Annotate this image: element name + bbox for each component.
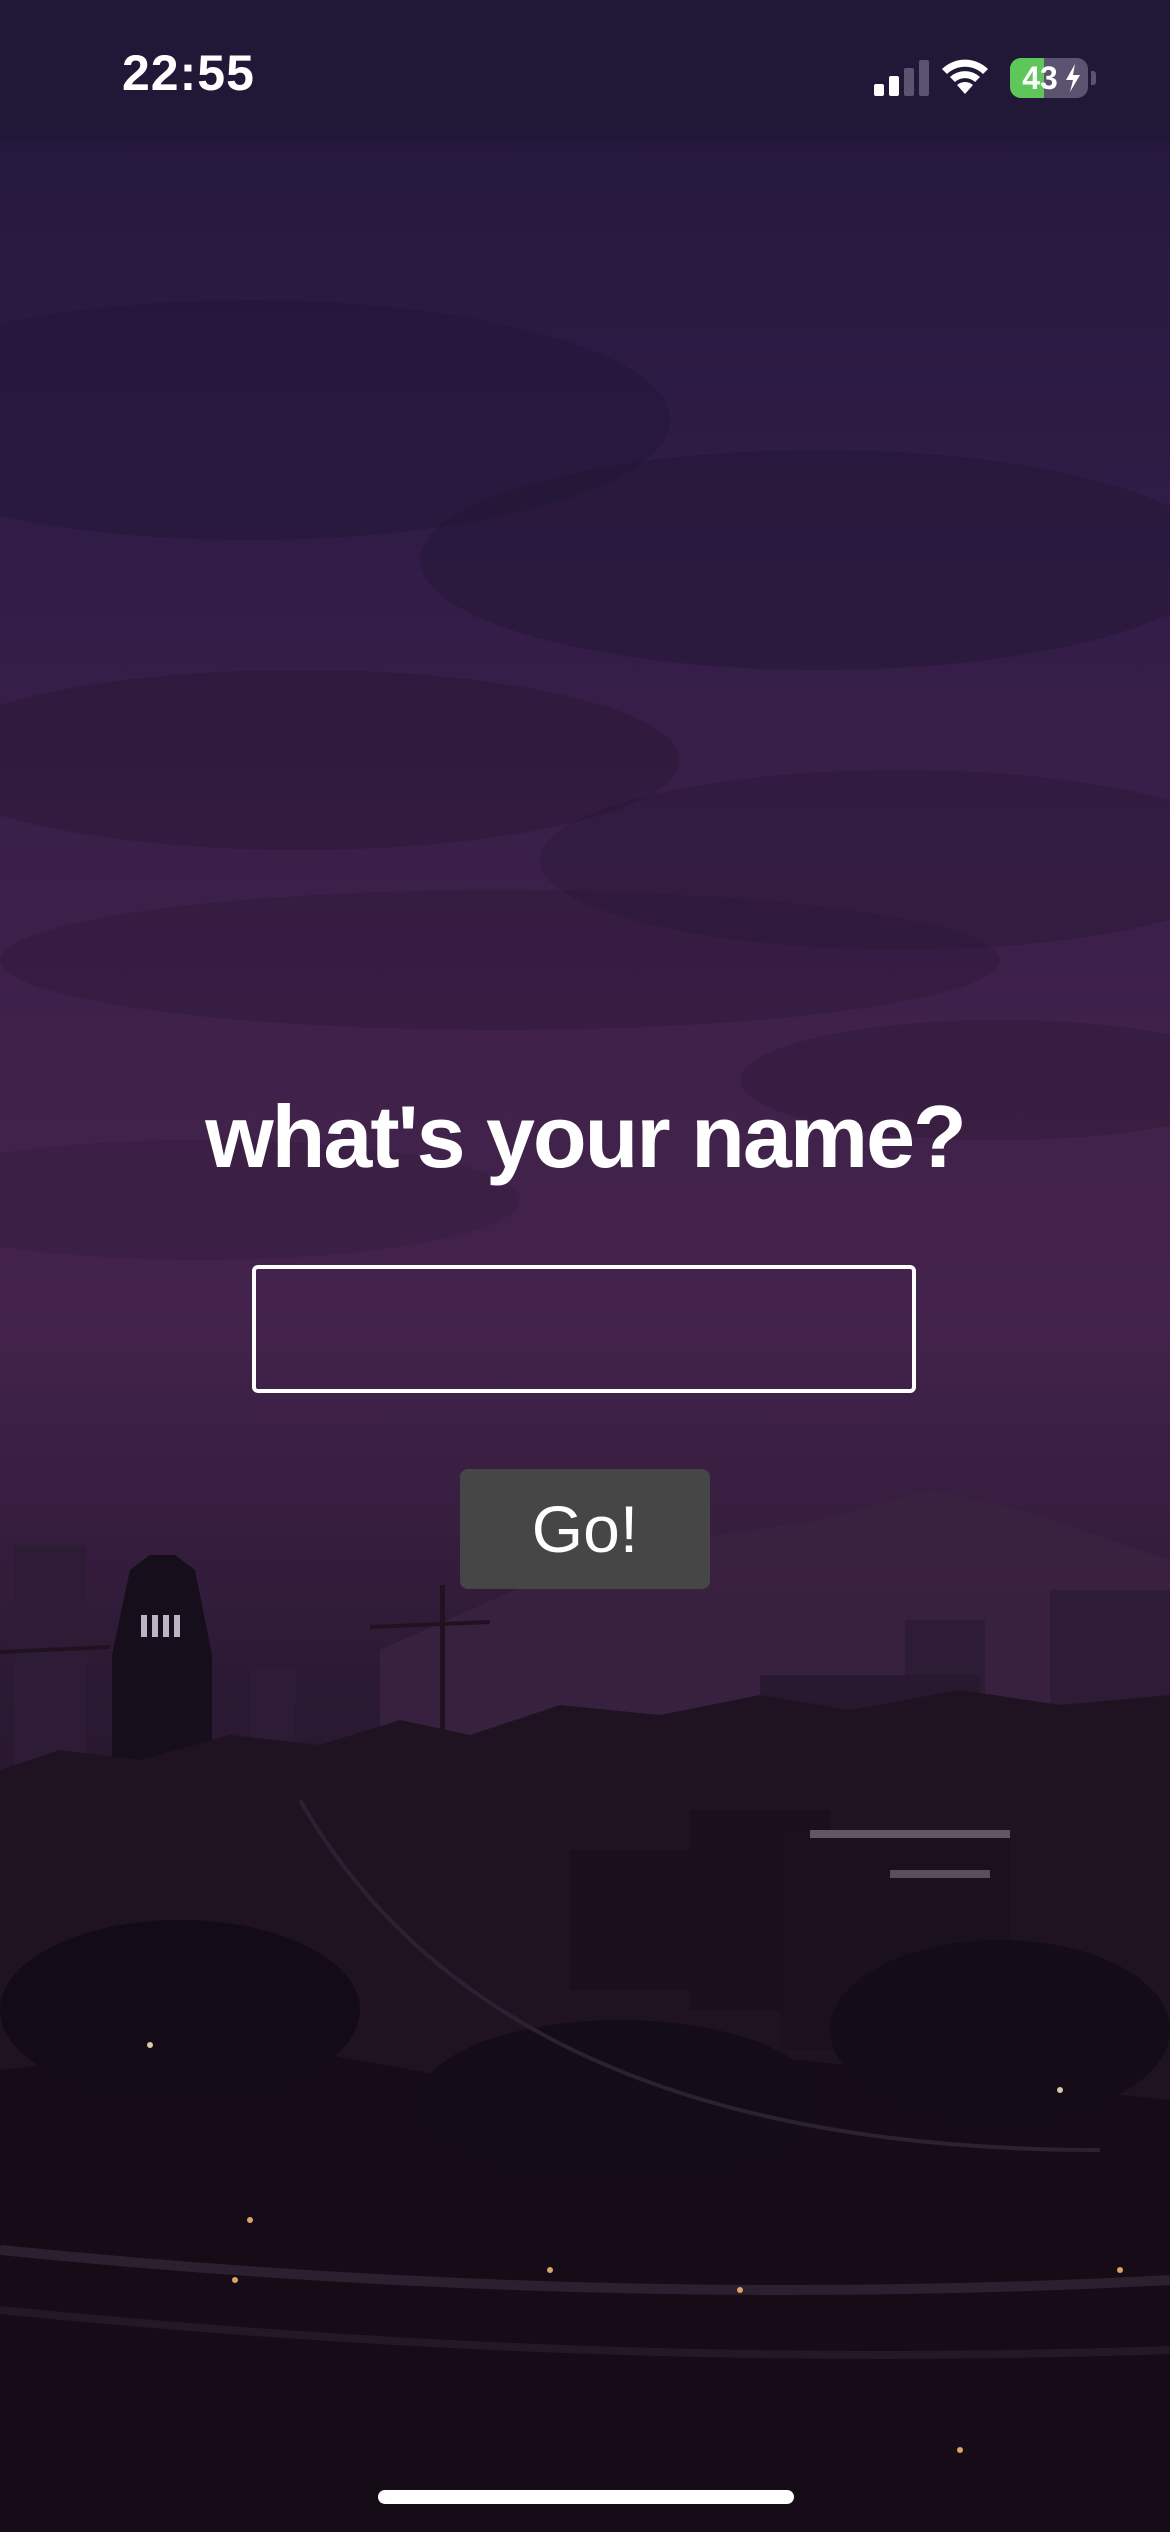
charging-bolt-icon: [1066, 64, 1080, 92]
wifi-icon: [942, 59, 988, 94]
battery-percent: 43: [1022, 60, 1058, 96]
battery-cap: [1091, 71, 1096, 85]
name-input[interactable]: [252, 1265, 916, 1393]
name-prompt-heading: what's your name?: [205, 1087, 967, 1186]
status-bar: 22:55 43: [0, 0, 1170, 142]
status-time: 22:55: [122, 45, 255, 101]
home-indicator[interactable]: [378, 2490, 794, 2504]
app-screen: 22:55 43 what's your name? Go!: [0, 0, 1170, 2532]
battery-icon: 43: [1010, 58, 1096, 98]
city-skyline-background: [0, 1490, 1170, 2532]
go-button[interactable]: Go!: [460, 1469, 710, 1589]
cellular-signal-icon: [874, 60, 929, 96]
